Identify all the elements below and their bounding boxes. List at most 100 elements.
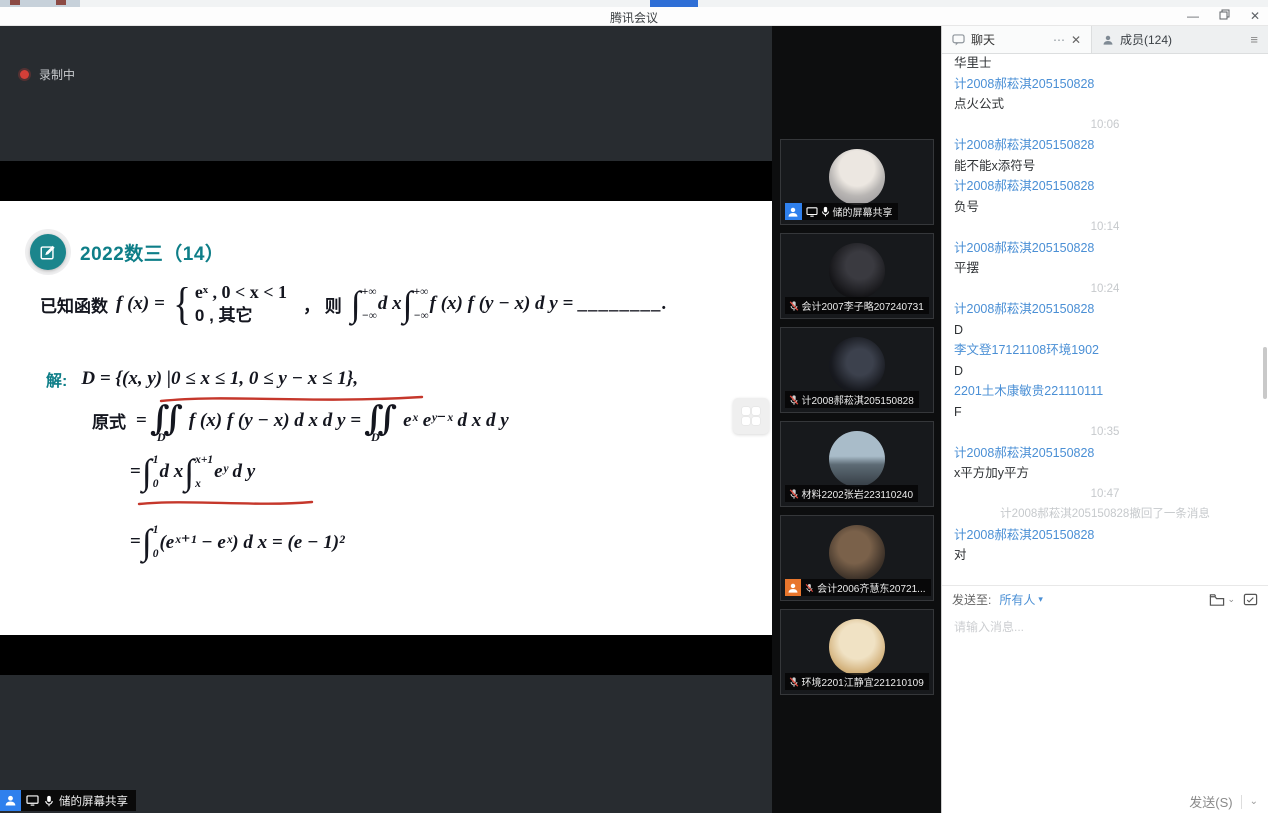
- recording-indicator: 录制中: [20, 66, 75, 83]
- folder-icon: [1209, 593, 1225, 607]
- chat-scrollbar[interactable]: [1263, 347, 1267, 399]
- participant-tile[interactable]: 环境2201江静宜221210109: [780, 609, 934, 695]
- chat-message-text: F: [954, 402, 1256, 423]
- close-button[interactable]: ✕: [1250, 7, 1260, 26]
- chat-message-text: 平摆: [954, 258, 1256, 279]
- chat-close-button[interactable]: ✕: [1071, 33, 1081, 47]
- tab-chat[interactable]: 聊天 ⋯ ✕: [942, 26, 1092, 53]
- grid-icon: [742, 407, 760, 425]
- chat-message-text: 华里士: [954, 54, 1256, 74]
- background-tab-active: [650, 0, 698, 7]
- member-badge-icon: [785, 203, 802, 220]
- mic-muted-icon: [789, 300, 799, 312]
- chat-message-text: 对: [954, 545, 1256, 566]
- chat-message-time: 10:47: [954, 484, 1256, 505]
- member-badge-icon: [785, 579, 802, 596]
- participant-name: 储的屏幕共享: [833, 204, 893, 219]
- divider: [1241, 795, 1242, 809]
- chat-message-user[interactable]: 计2008郝菘淇205150828: [954, 238, 1256, 259]
- chat-message-time: 10:14: [954, 217, 1256, 238]
- minimize-button[interactable]: —: [1187, 7, 1199, 26]
- window-titlebar: 腾讯会议 — ✕: [0, 7, 1268, 26]
- avatar: [829, 337, 885, 393]
- chat-message-list[interactable]: 华里士计2008郝菘淇205150828点火公式10:06计2008郝菘淇205…: [942, 54, 1268, 584]
- restore-button[interactable]: [1219, 7, 1230, 26]
- layout-grid-button[interactable]: [733, 398, 769, 434]
- chat-message-text: 能不能x添符号: [954, 156, 1256, 177]
- chat-message-user[interactable]: 2201土木康敏贵221110111: [954, 381, 1256, 402]
- participant-tile[interactable]: 储的屏幕共享: [780, 139, 934, 225]
- participant-tile[interactable]: 会计2007李子略207240731: [780, 233, 934, 319]
- send-to-label: 发送至:: [952, 591, 991, 608]
- solution-line-iterated: = ∫10 d x ∫x+1x eʸ d y: [130, 453, 255, 491]
- letterbox-bottom: [0, 635, 772, 675]
- tab-members[interactable]: 成员(124): [1092, 26, 1240, 53]
- panel-menu-button[interactable]: ≡: [1240, 26, 1268, 53]
- send-button[interactable]: 发送(S): [1189, 792, 1232, 811]
- background-tab: [56, 0, 66, 5]
- chat-message-user[interactable]: 计2008郝菘淇205150828: [954, 74, 1256, 95]
- chat-panel: 聊天 ⋯ ✕ 成员(124) ≡ 华里士计2008郝菘淇205150828点火公…: [941, 26, 1268, 813]
- chat-header: 聊天 ⋯ ✕ 成员(124) ≡: [942, 26, 1268, 54]
- share-banner-label: 储的屏幕共享: [59, 793, 128, 809]
- shared-slide: 2022数三（14） 已知函数 f (x) = { eˣ , 0 < x < 1…: [0, 201, 772, 635]
- red-underline: [136, 497, 316, 509]
- members-icon: [1102, 34, 1114, 46]
- participant-name: 材料2202张岩223110240: [802, 486, 914, 501]
- mic-muted-icon: [789, 488, 799, 500]
- chat-message-user[interactable]: 李文登17121108环境1902: [954, 340, 1256, 361]
- participant-name: 会计2007李子略207240731: [802, 298, 924, 313]
- chevron-down-icon: ⌄: [1227, 594, 1235, 605]
- window-title: 腾讯会议: [0, 9, 1268, 26]
- person-icon: [787, 582, 799, 594]
- avatar: [829, 431, 885, 487]
- chat-message-time: 10:24: [954, 279, 1256, 300]
- send-to-selector[interactable]: 所有人 ▾: [999, 591, 1043, 608]
- screen-share-banner: 储的屏幕共享: [0, 790, 136, 811]
- chat-message-user[interactable]: 计2008郝菘淇205150828: [954, 135, 1256, 156]
- participant-list: 储的屏幕共享会计2007李子略207240731 计2008郝菘淇20515082…: [772, 26, 941, 813]
- solution-line-domain: 解: D = {(x, y) | 0 ≤ x ≤ 1, 0 ≤ y − x ≤ …: [46, 367, 358, 391]
- participant-name: 会计2006齐慧东20721...: [817, 580, 925, 595]
- send-to-row: 发送至: 所有人 ▾ ⌄: [942, 585, 1268, 613]
- file-button[interactable]: ⌄: [1209, 593, 1235, 607]
- participant-tile[interactable]: 材料2202张岩223110240: [780, 421, 934, 507]
- screenshot-button[interactable]: [1243, 592, 1258, 607]
- chat-message-user[interactable]: 计2008郝菘淇205150828: [954, 443, 1256, 464]
- mic-muted-icon: [789, 394, 799, 406]
- pencil-icon: [30, 234, 66, 270]
- participant-name: 环境2201江静宜221210109: [802, 674, 924, 689]
- background-tab-strip: [0, 0, 1268, 7]
- solution-line-double-integral: 原式 = ∬D f (x) f (y − x) d x d y = ∬D eˣ …: [92, 405, 509, 436]
- screen-share-view: 录制中 2022数三（14） 已知函数 f (x) = { eˣ , 0 < x…: [0, 26, 772, 813]
- person-icon: [787, 206, 799, 218]
- chat-message-text: 负号: [954, 197, 1256, 218]
- background-tab: [10, 0, 20, 5]
- solution-line-result: = ∫10 (eˣ⁺¹ − eˣ) d x = (e − 1)²: [130, 523, 345, 561]
- send-options-chevron-icon[interactable]: ⌄: [1250, 796, 1258, 807]
- restore-icon: [1219, 9, 1230, 20]
- chat-message-time: 10:06: [954, 115, 1256, 136]
- recording-dot-icon: [20, 70, 29, 79]
- avatar: [829, 243, 885, 299]
- mic-icon: [44, 795, 54, 807]
- participant-tile[interactable]: 会计2006齐慧东20721...: [780, 515, 934, 601]
- screen-share-icon: [806, 207, 818, 217]
- mic-muted-icon: [805, 582, 814, 594]
- member-badge-icon: [0, 790, 21, 811]
- mic-icon: [821, 206, 830, 217]
- chat-message-time: 10:35: [954, 422, 1256, 443]
- chat-message-user[interactable]: 计2008郝菘淇205150828: [954, 525, 1256, 546]
- avatar: [829, 619, 885, 675]
- participant-name: 计2008郝菘淇205150828: [802, 392, 914, 407]
- chat-more-button[interactable]: ⋯: [1053, 33, 1065, 47]
- chat-message-user[interactable]: 计2008郝菘淇205150828: [954, 299, 1256, 320]
- chat-message-text: D: [954, 320, 1256, 341]
- problem-line: 已知函数 f (x) = { eˣ , 0 < x < 1 0 , 其它 ， 则…: [40, 281, 667, 327]
- chat-message-user[interactable]: 计2008郝菘淇205150828: [954, 176, 1256, 197]
- message-input[interactable]: 请输入消息...: [954, 618, 1024, 635]
- recording-label: 录制中: [39, 66, 75, 83]
- chat-message-text: D: [954, 361, 1256, 382]
- screenshot-icon: [1243, 592, 1258, 607]
- participant-tile[interactable]: 计2008郝菘淇205150828: [780, 327, 934, 413]
